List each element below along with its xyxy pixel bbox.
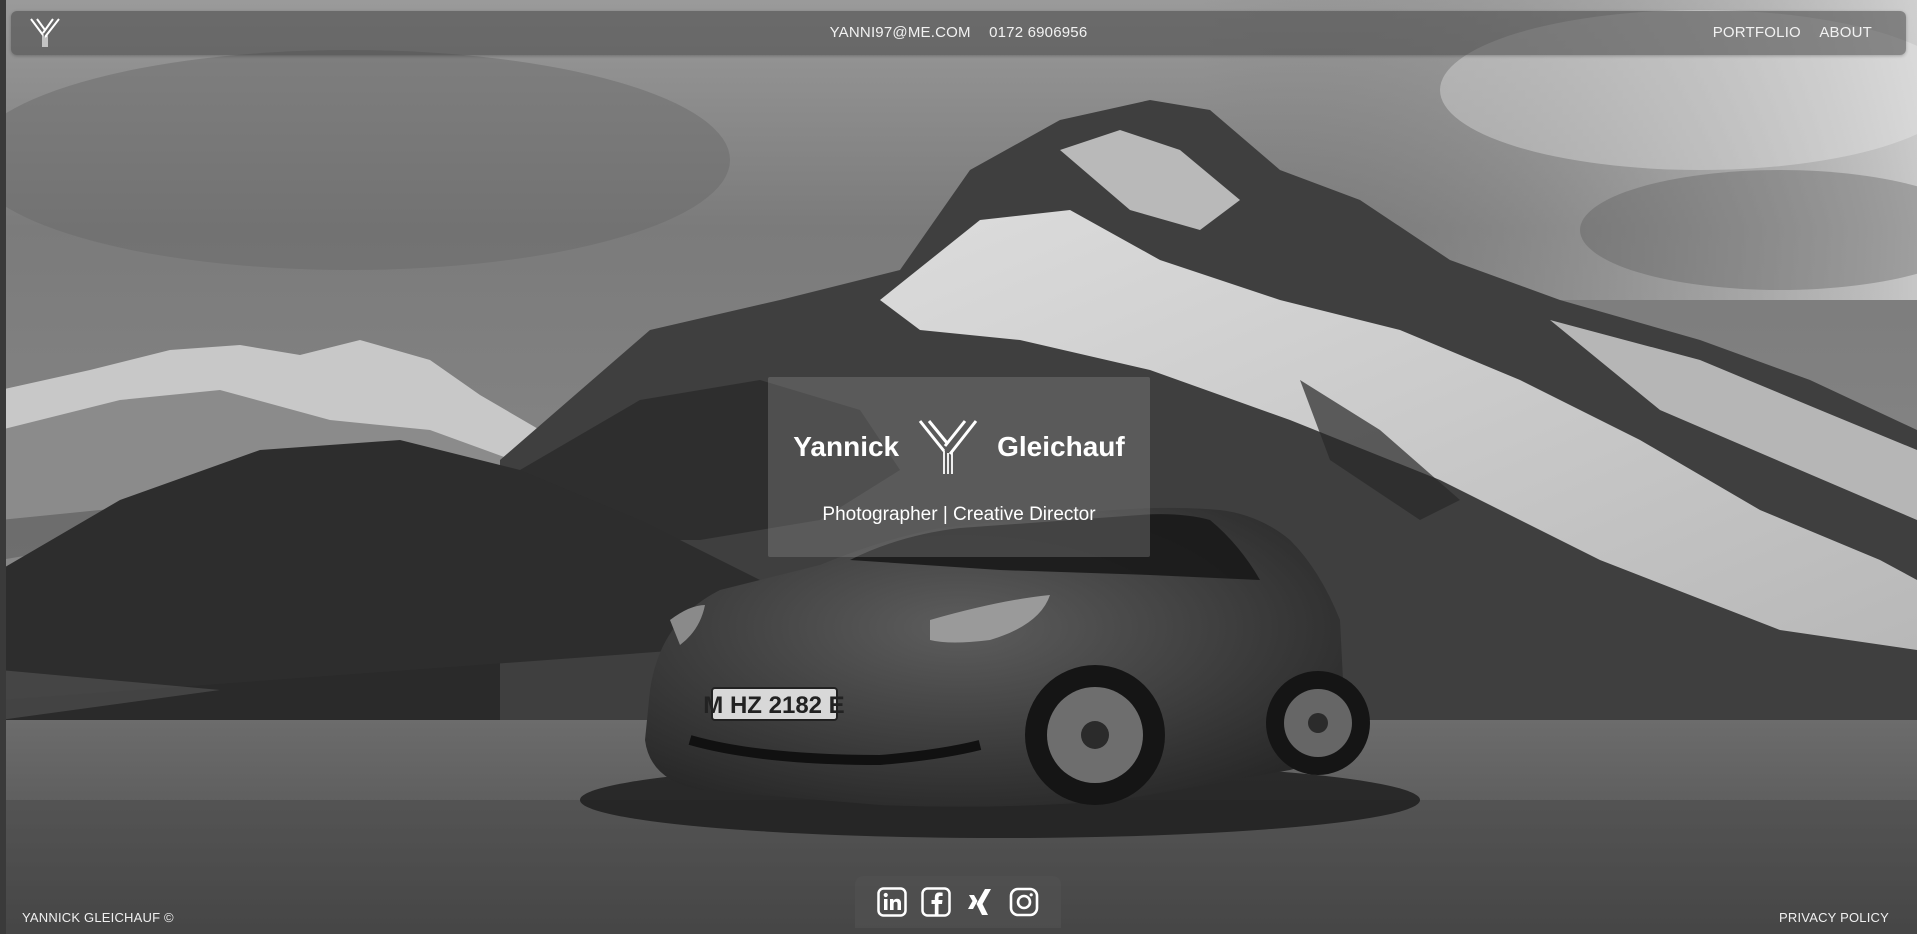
main-nav: PORTFOLIO ABOUT [1699, 24, 1872, 41]
hero-last-name: Gleichauf [997, 431, 1125, 462]
instagram-icon[interactable] [1009, 887, 1039, 917]
email-link[interactable]: YANNI97@ME.COM [830, 24, 971, 41]
nav-portfolio-link[interactable]: PORTFOLIO [1713, 24, 1801, 41]
nav-about-link[interactable]: ABOUT [1819, 24, 1872, 41]
page: M HZ 2182 E YANNI97@ME.COM 0172 6906956 … [0, 0, 1917, 934]
hero-subtitle: Photographer | Creative Director [822, 504, 1096, 525]
xing-icon[interactable] [965, 887, 995, 917]
left-edge [0, 0, 6, 934]
privacy-policy-link[interactable]: PRIVACY POLICY [1779, 910, 1889, 925]
footer-copyright: YANNICK GLEICHAUF © [22, 910, 174, 925]
phone-link[interactable]: 0172 6906956 [989, 24, 1087, 41]
facebook-icon[interactable] [921, 887, 951, 917]
hero-title: Yannick Gleichauf [768, 417, 1150, 477]
hero-first-name: Yannick [793, 431, 900, 462]
social-links-bar [855, 876, 1061, 928]
contact-info: YANNI97@ME.COM 0172 6906956 [11, 24, 1906, 41]
linkedin-icon[interactable] [877, 887, 907, 917]
top-navigation-bar: YANNI97@ME.COM 0172 6906956 PORTFOLIO AB… [11, 11, 1906, 55]
hero-title-card: Yannick Gleichauf Photographer | Creativ… [768, 377, 1150, 557]
svg-text:M HZ 2182 E: M HZ 2182 E [703, 692, 844, 719]
y-monogram-logo-icon [918, 420, 978, 474]
